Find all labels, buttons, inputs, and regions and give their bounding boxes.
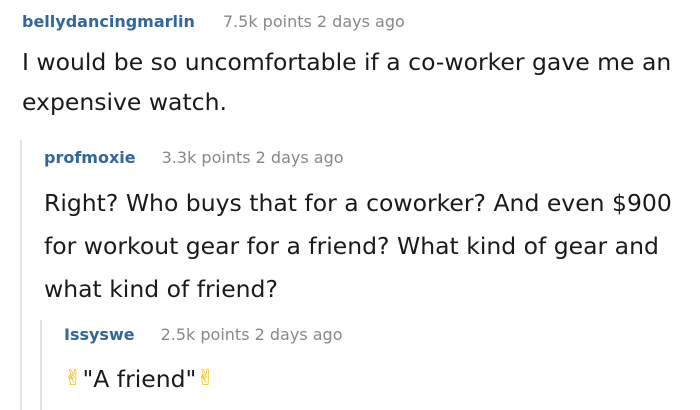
comment-meta: bellydancingmarlin 7.5k points 2 days ag… bbox=[22, 12, 692, 40]
comment-body-text: "A friend" bbox=[82, 365, 197, 393]
comment-body: ✌ "A friend" ✌ bbox=[64, 359, 684, 399]
thread-line-level-1 bbox=[20, 140, 22, 410]
comment-top-level: bellydancingmarlin 7.5k points 2 days ag… bbox=[22, 12, 692, 122]
victory-hand-icon: ✌ bbox=[64, 366, 83, 391]
thread-line-level-2 bbox=[40, 320, 42, 410]
comment-points: 3.3k points bbox=[161, 148, 251, 167]
comment-body: I would be so uncomfortable if a co-work… bbox=[22, 48, 672, 116]
comment-meta: profmoxie 3.3k points 2 days ago bbox=[44, 148, 694, 176]
victory-hand-icon: ✌ bbox=[196, 366, 215, 391]
comment-points: 7.5k points bbox=[222, 12, 312, 31]
comment-timestamp: 2 days ago bbox=[254, 325, 343, 344]
comment-author-link[interactable]: Issyswe bbox=[64, 325, 135, 344]
comment-timestamp: 2 days ago bbox=[255, 148, 344, 167]
comment-timestamp: 2 days ago bbox=[316, 12, 405, 31]
comment-points: 2.5k points bbox=[160, 325, 250, 344]
comment-author-link[interactable]: profmoxie bbox=[44, 148, 136, 167]
comment-body: Right? Who buys that for a coworker? And… bbox=[44, 189, 672, 303]
comment-reply-level-2: Issyswe 2.5k points 2 days ago ✌ "A frie… bbox=[64, 325, 684, 399]
comment-author-link[interactable]: bellydancingmarlin bbox=[22, 12, 195, 31]
comment-reply-level-1: profmoxie 3.3k points 2 days ago Right? … bbox=[44, 148, 694, 311]
comment-meta: Issyswe 2.5k points 2 days ago bbox=[64, 325, 684, 353]
